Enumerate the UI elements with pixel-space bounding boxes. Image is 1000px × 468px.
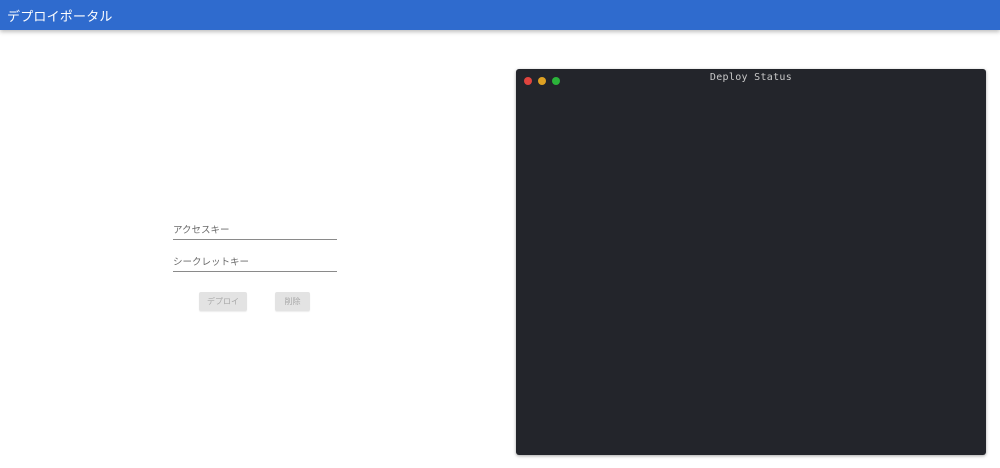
deploy-status-terminal: Deploy Status [516,69,986,455]
deploy-button[interactable]: デプロイ [199,292,247,311]
terminal-title: Deploy Status [709,72,793,83]
delete-button[interactable]: 削除 [275,292,310,311]
access-key-field [173,221,337,240]
app-title: デプロイポータル [7,9,113,25]
access-key-input[interactable] [173,221,337,239]
secret-key-field [173,253,337,272]
deploy-form: デプロイ 削除 [173,221,337,311]
secret-key-input[interactable] [173,253,337,271]
app-bar: デプロイポータル [0,0,1000,30]
